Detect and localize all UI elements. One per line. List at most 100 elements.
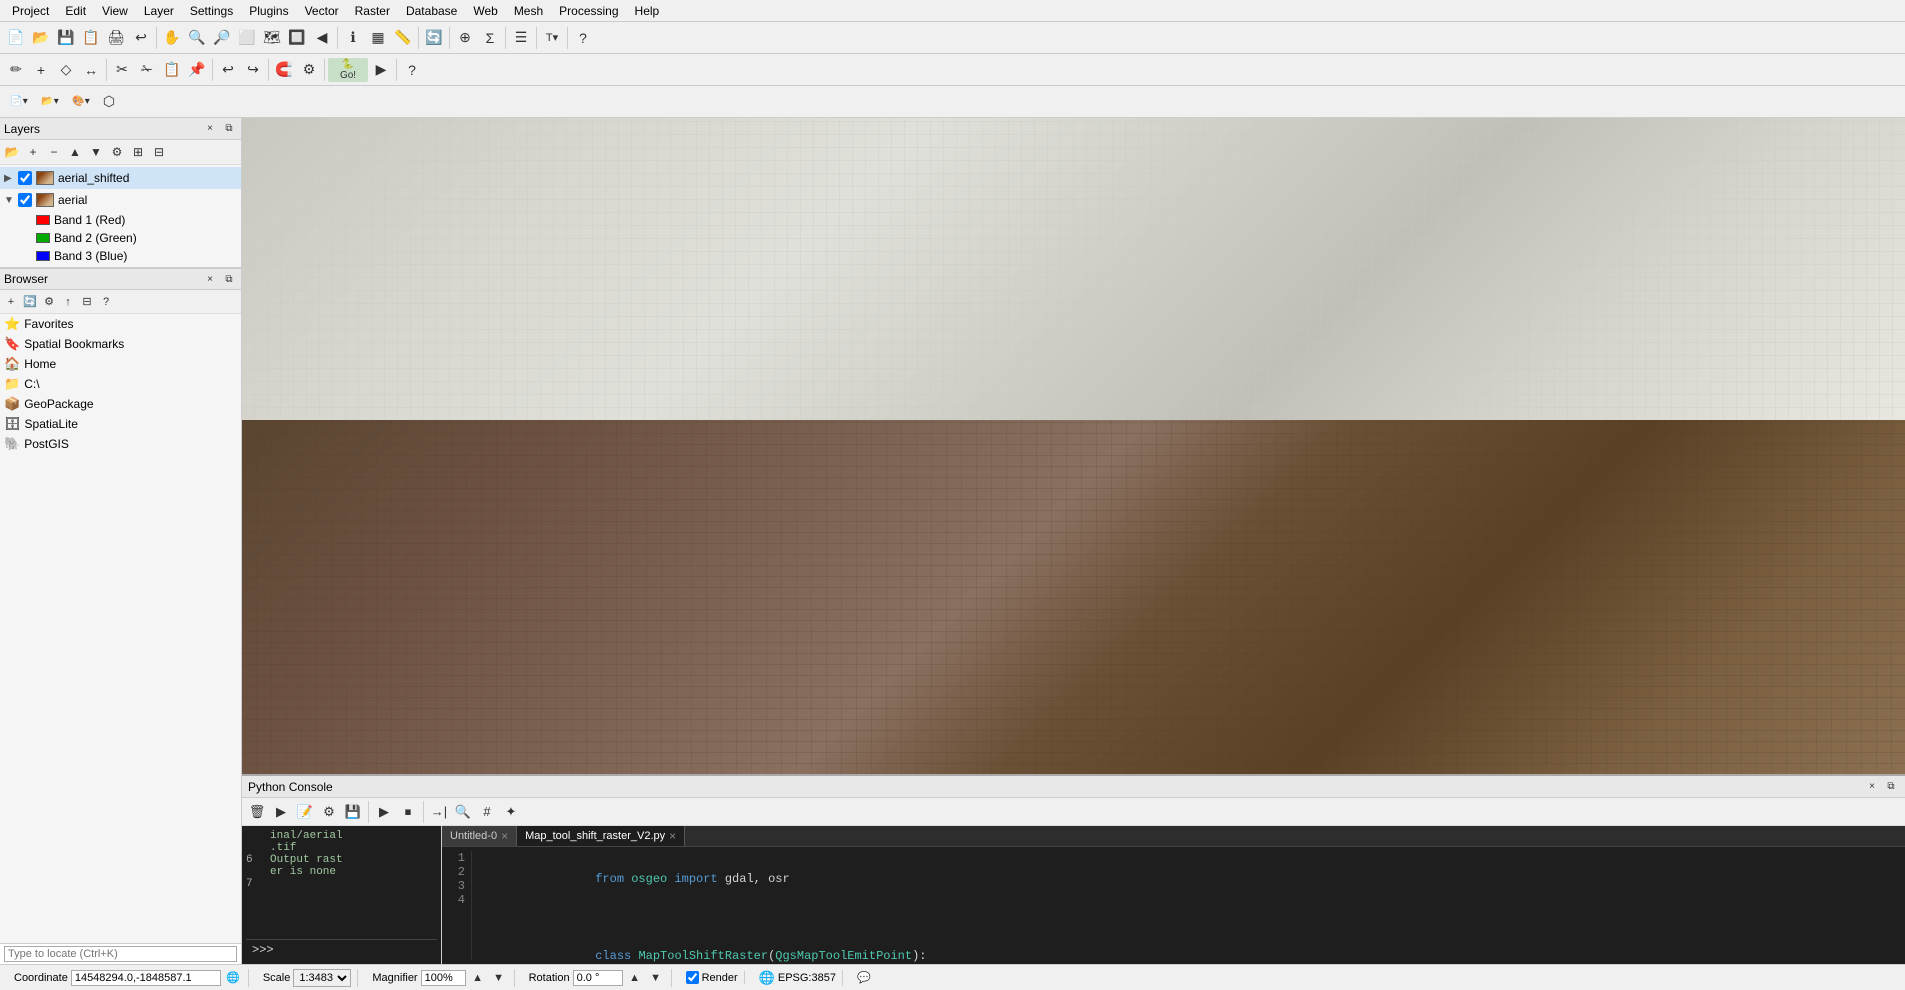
menu-project[interactable]: Project <box>4 2 57 20</box>
undo-btn[interactable]: ↩ <box>129 26 153 50</box>
menu-plugins[interactable]: Plugins <box>241 2 296 20</box>
console-show-editor-btn[interactable]: 📝 <box>294 801 316 823</box>
zoom-full-btn[interactable]: ⬜ <box>235 26 259 50</box>
coordinate-crs-btn[interactable]: 🌐 <box>224 969 242 987</box>
layer-aerial-shifted[interactable]: ▶ aerial_shifted <box>0 167 241 189</box>
layers-add-btn[interactable]: + <box>23 142 43 162</box>
scale-select[interactable]: 1:3483 <box>293 969 351 987</box>
magnifier-up-btn[interactable]: ▲ <box>469 969 487 987</box>
menu-layer[interactable]: Layer <box>136 2 182 20</box>
layers-close-btn[interactable]: × <box>202 121 218 137</box>
undo2-btn[interactable]: ↩ <box>216 58 240 82</box>
new-project-btn[interactable]: 📄 <box>4 26 28 50</box>
browser-postgis[interactable]: 🐘 PostGIS <box>0 434 241 454</box>
browser-help-btn[interactable]: ? <box>97 293 115 311</box>
console-clear-btn[interactable]: 🗑 <box>246 801 268 823</box>
browser-close-btn[interactable]: × <box>202 271 218 287</box>
layers-up-btn[interactable]: ▲ <box>65 142 85 162</box>
add-feature-btn[interactable]: + <box>29 58 53 82</box>
go-btn[interactable]: 🐍 Go! <box>328 58 368 82</box>
tab-untitled[interactable]: Untitled-0 × <box>442 826 517 846</box>
layers-collapse-btn[interactable]: ⊟ <box>149 142 169 162</box>
identify-btn[interactable]: ℹ <box>341 26 365 50</box>
menu-processing[interactable]: Processing <box>551 2 626 20</box>
browser-home[interactable]: 🏠 Home <box>0 354 241 374</box>
snapping-btn[interactable]: 🧲 <box>272 58 296 82</box>
zoom-out-btn[interactable]: 🔎 <box>210 26 234 50</box>
text-btn[interactable]: T▾ <box>540 26 564 50</box>
layers-down-btn[interactable]: ▼ <box>86 142 106 162</box>
menu-vector[interactable]: Vector <box>297 2 347 20</box>
magnifier-input[interactable] <box>421 970 466 986</box>
code-content[interactable]: from osgeo import gdal, osr class MapToo… <box>472 851 1905 960</box>
console-close-btn[interactable]: × <box>1864 779 1880 795</box>
copy-features-btn[interactable]: 📋 <box>160 58 184 82</box>
layers-detach-btn[interactable]: ⧉ <box>221 121 237 137</box>
menu-view[interactable]: View <box>94 2 136 20</box>
zoom-num-btn[interactable]: ⊕ <box>453 26 477 50</box>
rotation-input[interactable] <box>573 970 623 986</box>
layer-style-btn[interactable]: 🎨▾ <box>66 90 96 114</box>
menu-mesh[interactable]: Mesh <box>506 2 551 20</box>
edit-btn[interactable]: ✏ <box>4 58 28 82</box>
digitize2-btn[interactable]: ⚙ <box>297 58 321 82</box>
pan-btn[interactable]: ✋ <box>160 26 184 50</box>
menu-raster[interactable]: Raster <box>347 2 398 20</box>
tab-map-tool-close[interactable]: × <box>669 829 676 843</box>
zoom-in-btn[interactable]: 🔍 <box>185 26 209 50</box>
browser-geopackage[interactable]: 📦 GeoPackage <box>0 394 241 414</box>
browser-favorites[interactable]: ⭐ Favorites <box>0 314 241 334</box>
zoom-selection-btn[interactable]: 🔲 <box>285 26 309 50</box>
refresh-btn[interactable]: 🔄 <box>422 26 446 50</box>
zoom-layer-btn[interactable]: 🗺 <box>260 26 284 50</box>
print-btn[interactable]: 🖨 <box>104 26 128 50</box>
console-stop-btn[interactable]: ⏹ <box>397 801 419 823</box>
toggle-btn[interactable]: ☰ <box>509 26 533 50</box>
menu-web[interactable]: Web <box>465 2 505 20</box>
menu-database[interactable]: Database <box>398 2 465 20</box>
menu-help[interactable]: Help <box>627 2 668 20</box>
open-project-btn[interactable]: 📂 <box>29 26 53 50</box>
console-options-btn[interactable]: ⚙ <box>318 801 340 823</box>
render-checkbox[interactable] <box>686 971 699 984</box>
console-comment-btn[interactable]: ✦ <box>500 801 522 823</box>
redo-btn[interactable]: ↪ <box>241 58 265 82</box>
save-as-btn[interactable]: 📋 <box>79 26 103 50</box>
layer-aerial-shifted-checkbox[interactable] <box>18 171 32 185</box>
layers-filter-btn[interactable]: ⚙ <box>107 142 127 162</box>
tab-untitled-close[interactable]: × <box>501 829 508 843</box>
new-layer-btn[interactable]: 📄▾ <box>4 90 34 114</box>
browser-filter-btn[interactable]: ⚙ <box>40 293 58 311</box>
layers-remove-btn[interactable]: − <box>44 142 64 162</box>
menu-settings[interactable]: Settings <box>182 2 241 20</box>
console-indent-btn[interactable]: →| <box>428 801 450 823</box>
cut-features-btn[interactable]: ✁ <box>135 58 159 82</box>
select-feature-btn[interactable]: ▦ <box>366 26 390 50</box>
help-btn[interactable]: ? <box>571 26 595 50</box>
browser-spatial-bookmarks[interactable]: 🔖 Spatial Bookmarks <box>0 334 241 354</box>
add-layer-btn[interactable]: 📂▾ <box>35 90 65 114</box>
rotation-up-btn[interactable]: ▲ <box>626 969 644 987</box>
paste-features-btn[interactable]: 📌 <box>185 58 209 82</box>
coordinate-input[interactable] <box>71 970 221 986</box>
rotation-down-btn[interactable]: ▼ <box>647 969 665 987</box>
map-canvas[interactable] <box>242 118 1905 774</box>
console-run2-btn[interactable]: ▶ <box>373 801 395 823</box>
calc-btn[interactable]: Σ <box>478 26 502 50</box>
console-run-btn[interactable]: ▶ <box>270 801 292 823</box>
search-input[interactable] <box>4 946 237 962</box>
console-detach-btn[interactable]: ⧉ <box>1883 779 1899 795</box>
epsg-item[interactable]: 🌐 EPSG:3857 <box>753 970 843 986</box>
zoom-prev-btn[interactable]: ◀ <box>310 26 334 50</box>
tab-map-tool[interactable]: Map_tool_shift_raster_V2.py × <box>517 826 685 846</box>
magnifier-down-btn[interactable]: ▼ <box>490 969 508 987</box>
layer-aerial[interactable]: ▼ aerial <box>0 189 241 211</box>
browser-up-btn[interactable]: ↑ <box>59 293 77 311</box>
browser-collapse-btn[interactable]: ⊟ <box>78 293 96 311</box>
measure-btn[interactable]: 📏 <box>391 26 415 50</box>
menu-edit[interactable]: Edit <box>57 2 94 20</box>
browser-c-drive[interactable]: 📁 C:\ <box>0 374 241 394</box>
layers-expand-btn[interactable]: ⊞ <box>128 142 148 162</box>
run-btn[interactable]: ▶ <box>369 58 393 82</box>
vertex-tool-btn[interactable]: ◇ <box>54 58 78 82</box>
